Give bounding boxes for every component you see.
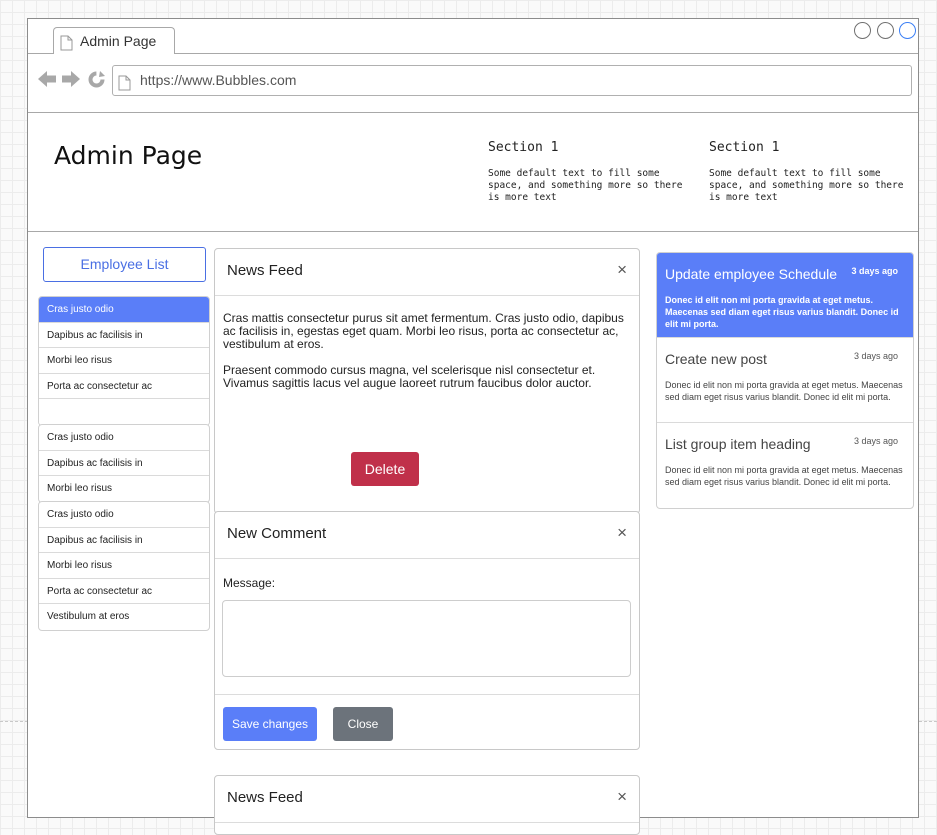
item-timestamp: 3 days ago <box>853 436 898 446</box>
news-paragraph: Praesent commodo cursus magna, vel scele… <box>223 363 596 390</box>
list-item[interactable]: Dapibus ac facilisis in <box>39 323 209 348</box>
sidebar-list-group: Cras justo odio Dapibus ac facilisis in … <box>38 501 210 631</box>
card-title: News Feed <box>227 789 303 806</box>
card-header: News Feed × <box>215 776 639 823</box>
tab-label: Admin Page <box>80 33 157 49</box>
item-heading: Update employee Schedule <box>665 266 838 282</box>
list-item[interactable]: Vestibulum at eros <box>39 604 209 630</box>
list-item[interactable]: Cras justo odio <box>39 502 209 528</box>
news-paragraph: Cras mattis consectetur purus sit amet f… <box>223 311 624 351</box>
window-controls <box>853 22 916 40</box>
list-item[interactable]: Cras justo odio <box>39 297 209 323</box>
url-bar[interactable]: https://www.Bubbles.com <box>112 65 912 96</box>
item-text: Donec id elit non mi porta gravida at eg… <box>665 380 903 402</box>
section-text: Some default text to fill some space, an… <box>488 168 683 203</box>
item-heading: List group item heading <box>665 436 811 452</box>
item-text: Donec id elit non mi porta gravida at eg… <box>665 465 903 487</box>
section-text: Some default text to fill some space, an… <box>709 168 904 203</box>
news-feed-card: News Feed × Cras mattis consectetur puru… <box>214 248 640 514</box>
employee-list-button[interactable]: Employee List <box>43 247 206 282</box>
new-comment-card: New Comment × Message: Save changes Clos… <box>214 511 640 750</box>
url-text: https://www.Bubbles.com <box>140 72 297 88</box>
close-icon[interactable]: × <box>617 523 627 543</box>
card-title: News Feed <box>227 262 303 279</box>
news-feed-card-2: News Feed × <box>214 775 640 835</box>
item-timestamp: 3 days ago <box>853 351 898 361</box>
forward-arrow-icon[interactable] <box>61 70 81 93</box>
page-title: Admin Page <box>54 141 203 170</box>
close-window-button[interactable] <box>899 22 916 39</box>
activity-list-group: Update employee Schedule 3 days ago Done… <box>656 252 914 509</box>
card-title: New Comment <box>227 525 327 542</box>
minimize-button[interactable] <box>854 22 872 39</box>
close-icon[interactable]: × <box>617 260 627 280</box>
list-group-item[interactable]: Update employee Schedule 3 days ago Done… <box>657 253 913 338</box>
maximize-button[interactable] <box>876 22 894 39</box>
reload-icon[interactable] <box>87 70 106 94</box>
browser-window: Admin Page https://www.Bubbles.com Admin… <box>27 18 919 835</box>
tab-bar: Admin Page <box>28 19 918 54</box>
card-footer-divider <box>215 694 639 695</box>
delete-button[interactable]: Delete <box>351 452 419 486</box>
back-arrow-icon[interactable] <box>37 70 57 93</box>
section-title: Section 1 <box>488 140 559 155</box>
close-icon[interactable]: × <box>617 787 627 807</box>
sidebar-list-group: Cras justo odio Dapibus ac facilisis in … <box>38 424 210 503</box>
header-section: Section 1 Some default text to fill some… <box>709 140 904 204</box>
item-heading: Create new post <box>665 351 767 367</box>
sidebar-list-group: Cras justo odio Dapibus ac facilisis in … <box>38 296 210 426</box>
item-timestamp: 3 days ago <box>851 266 898 276</box>
list-group-item[interactable]: Create new post 3 days ago Donec id elit… <box>657 338 913 423</box>
list-item[interactable]: Morbi leo risus <box>39 553 209 579</box>
list-item[interactable]: Morbi leo risus <box>39 476 209 502</box>
tab-admin-page[interactable]: Admin Page <box>53 27 175 54</box>
list-item[interactable] <box>39 399 209 425</box>
navigation-bar: https://www.Bubbles.com <box>28 54 918 113</box>
close-button[interactable]: Close <box>333 707 393 741</box>
document-icon <box>118 72 131 101</box>
save-changes-button[interactable]: Save changes <box>223 707 317 741</box>
item-text: Donec id elit non mi porta gravida at eg… <box>665 295 899 329</box>
message-textarea[interactable] <box>222 600 631 677</box>
card-header: New Comment × <box>215 512 639 559</box>
list-item[interactable]: Porta ac consectetur ac <box>39 374 209 399</box>
section-title: Section 1 <box>709 140 780 155</box>
list-item[interactable]: Dapibus ac facilisis in <box>39 528 209 553</box>
list-item[interactable]: Morbi leo risus <box>39 348 209 374</box>
message-label: Message: <box>223 576 276 590</box>
list-group-item[interactable]: List group item heading 3 days ago Donec… <box>657 423 913 508</box>
list-item[interactable]: Porta ac consectetur ac <box>39 579 209 604</box>
list-item[interactable]: Dapibus ac facilisis in <box>39 451 209 476</box>
news-feed-body: Cras mattis consectetur purus sit amet f… <box>223 312 629 403</box>
list-item[interactable]: Cras justo odio <box>39 425 209 451</box>
header-section: Section 1 Some default text to fill some… <box>488 140 683 204</box>
page-header: Admin Page Section 1 Some default text t… <box>28 113 918 232</box>
card-header: News Feed × <box>215 249 639 296</box>
